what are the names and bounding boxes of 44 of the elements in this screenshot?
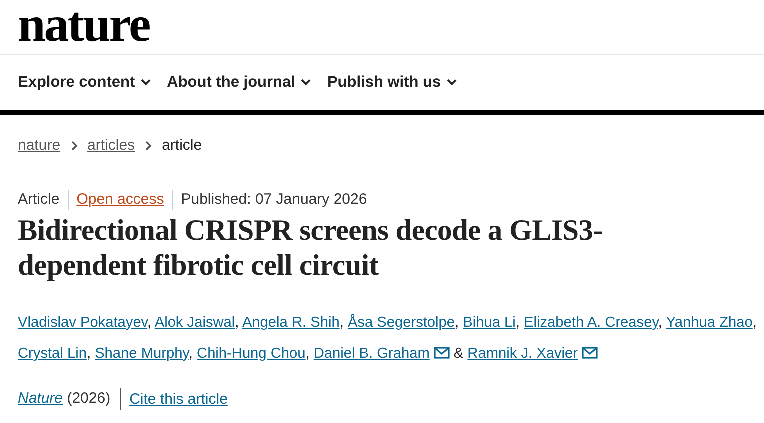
chevron-down-icon — [447, 79, 458, 86]
nav-menu-button[interactable]: About the journal — [167, 74, 312, 92]
publish-date: Published: 07 January 2026 — [172, 190, 376, 210]
author-link[interactable]: Bihua Li — [463, 315, 516, 331]
mail-icon — [582, 347, 598, 359]
breadcrumb-link[interactable]: nature — [18, 137, 61, 154]
nav-menu-button[interactable]: Publish with us — [327, 74, 458, 92]
author-separator: , — [340, 315, 344, 331]
journal-link[interactable]: Nature — [18, 390, 64, 407]
author-link[interactable]: Yanhua Zhao — [666, 315, 753, 331]
author-separator: , — [86, 346, 91, 362]
author-separator: & — [454, 346, 464, 362]
breadcrumb-link[interactable]: articles — [88, 137, 136, 154]
author-separator: , — [148, 315, 152, 331]
site-logo[interactable]: nature — [18, 0, 150, 49]
author-link[interactable]: Shane Murphy — [95, 346, 189, 362]
mail-icon — [434, 347, 450, 359]
author-separator: , — [658, 315, 662, 331]
author-link[interactable]: Chih-Hung Chou — [197, 346, 306, 362]
author-separator: , — [455, 315, 460, 331]
breadcrumb-current: article — [162, 137, 202, 154]
author-link[interactable]: Alok Jaiswal — [154, 315, 236, 331]
author-link[interactable]: Angela R. Shih — [242, 315, 340, 331]
author-link[interactable]: Ramnik J. Xavier — [468, 346, 578, 362]
author-separator: , — [752, 315, 757, 331]
author-link[interactable]: Daniel B. Graham — [314, 346, 430, 362]
chevron-right-icon — [145, 140, 152, 150]
author-link[interactable]: Vladislav Pokatayev — [18, 315, 148, 331]
chevron-down-icon — [301, 79, 312, 86]
author-link[interactable]: Elizabeth A. Creasey — [524, 315, 658, 331]
cite-article-link[interactable]: Cite this article — [120, 390, 228, 408]
article-type: Article — [18, 190, 61, 210]
article-title: Bidirectional CRISPR screens decode a GLIS3-dependent fibrotic cell circuit — [18, 214, 604, 284]
author-separator: , — [306, 346, 310, 362]
publication-year: (2026) — [67, 390, 111, 407]
chevron-down-icon — [141, 79, 152, 86]
author-link[interactable]: Crystal Lin — [18, 346, 87, 362]
author-separator: , — [188, 346, 193, 362]
chevron-right-icon — [70, 140, 78, 150]
author-separator: , — [516, 315, 520, 331]
author-link[interactable]: Åsa Segerstolpe — [348, 315, 456, 331]
open-access-link[interactable]: Open access — [68, 190, 172, 210]
author-separator: , — [235, 315, 240, 331]
nav-menu-button[interactable]: Explore content — [18, 74, 152, 92]
